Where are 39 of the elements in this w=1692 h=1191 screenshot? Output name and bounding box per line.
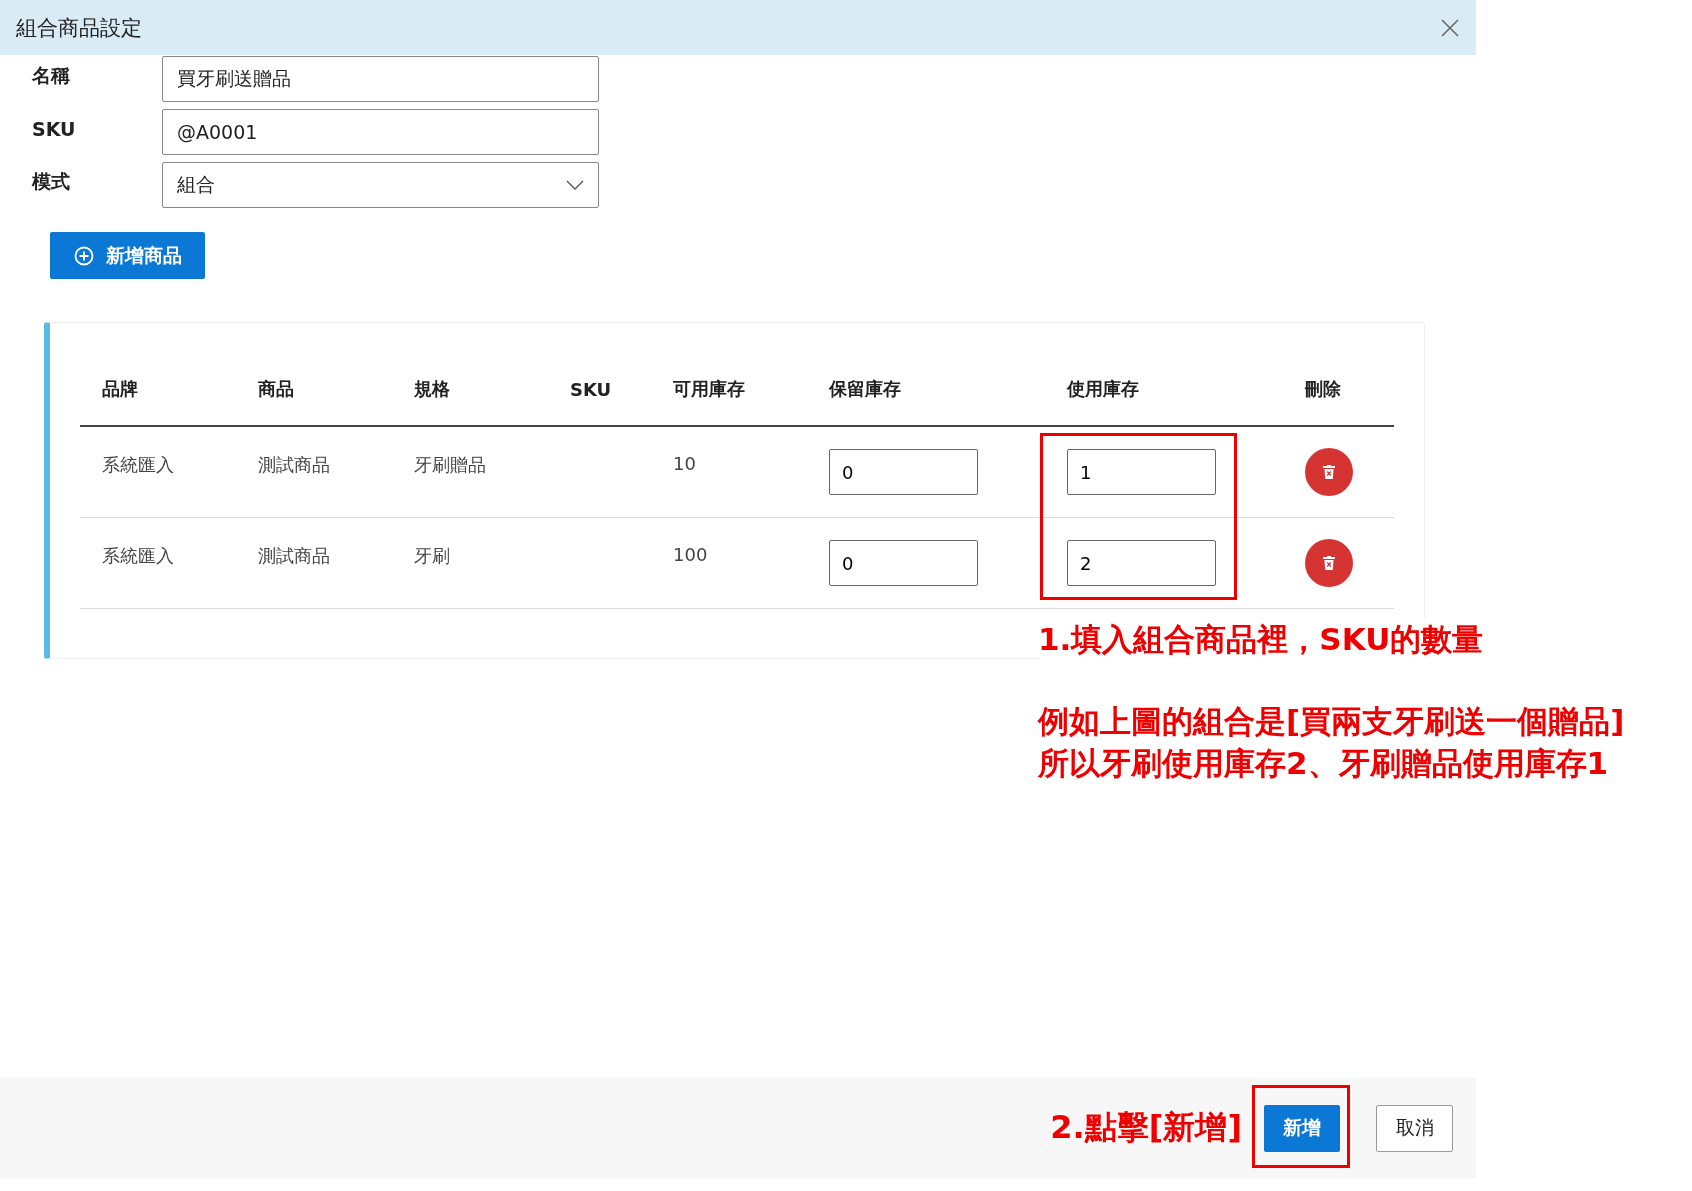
text-field[interactable]: 買牙刷送贈品 xyxy=(162,56,599,102)
trash-icon xyxy=(1323,556,1335,570)
close-icon[interactable] xyxy=(1440,17,1460,38)
column-header: 使用庫存 xyxy=(1067,377,1140,401)
table-cell-text: 測試商品 xyxy=(258,453,331,477)
delete-button[interactable] xyxy=(1305,539,1353,587)
table-cell-text: 10 xyxy=(673,452,697,474)
table-cell-text: 牙刷 xyxy=(414,544,451,568)
used-stock-field[interactable]: 1 xyxy=(1067,449,1216,495)
field-label: 模式 xyxy=(32,169,71,194)
column-header: 可用庫存 xyxy=(673,377,746,401)
plus-circle-icon xyxy=(73,245,94,266)
add-item-button[interactable]: 新增商品 xyxy=(50,232,205,279)
table-cell-text: 系統匯入 xyxy=(102,453,175,477)
column-header: 刪除 xyxy=(1305,377,1342,401)
delete-button[interactable] xyxy=(1305,448,1353,496)
add-button[interactable]: 新增 xyxy=(1264,1104,1340,1152)
column-header: 品牌 xyxy=(102,377,139,401)
dialog-title: 組合商品設定 xyxy=(16,14,142,42)
field-label: 名稱 xyxy=(32,63,71,88)
table-cell-text: 系統匯入 xyxy=(102,544,175,568)
column-header: 保留庫存 xyxy=(829,377,902,401)
table-cell-text: 100 xyxy=(673,543,709,565)
annotation-text: 2.點擊[新增] xyxy=(1050,1107,1242,1148)
column-header: SKU xyxy=(570,378,613,400)
field-label: SKU xyxy=(32,118,77,140)
mode-select[interactable]: 組合 xyxy=(162,162,599,208)
trash-icon xyxy=(1323,465,1335,479)
reserved-stock-field[interactable]: 0 xyxy=(829,540,978,586)
reserved-stock-field[interactable]: 0 xyxy=(829,449,978,495)
column-header: 規格 xyxy=(414,377,451,401)
table-cell-text: 測試商品 xyxy=(258,544,331,568)
select-value: 組合 xyxy=(177,172,215,197)
text-field[interactable]: @A0001 xyxy=(162,109,599,155)
column-header: 商品 xyxy=(258,377,295,401)
used-stock-field[interactable]: 2 xyxy=(1067,540,1216,586)
chevron-down-icon xyxy=(566,180,584,190)
table-cell-text: 牙刷贈品 xyxy=(414,453,487,477)
cancel-button[interactable]: 取消 xyxy=(1376,1104,1453,1152)
